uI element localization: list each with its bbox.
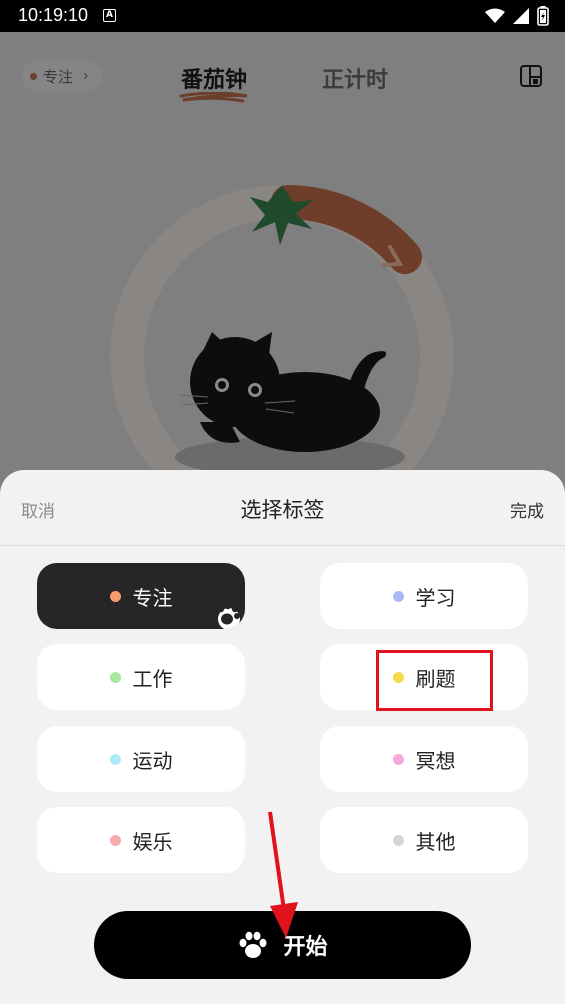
tag-chip-exercise[interactable]: 运动: [37, 726, 245, 792]
stats-icon[interactable]: [519, 64, 543, 88]
paw-icon: [239, 931, 267, 958]
tag-label: 冥想: [415, 748, 456, 773]
notification-icon: A: [103, 9, 116, 22]
tag-label: 其他: [415, 829, 456, 854]
battery-icon: [537, 6, 549, 26]
timer-screen-dimmed: 专注 › 番茄钟 正计时: [0, 32, 565, 532]
sheet-header: 取消 选择标签 完成: [0, 470, 565, 546]
tag-chip-study[interactable]: 学习: [320, 563, 528, 629]
status-time: 10:19:10: [18, 5, 89, 25]
tag-dot: [109, 834, 121, 846]
tag-dot: [392, 753, 404, 765]
tag-label: 专注: [132, 585, 173, 610]
tag-label: 娱乐: [132, 829, 173, 854]
tag-dot: [392, 590, 404, 602]
start-button[interactable]: 开始: [94, 911, 471, 979]
done-button[interactable]: 完成: [510, 497, 544, 522]
paw-selected-icon: [217, 602, 240, 629]
tag-chip-other[interactable]: 其他: [320, 807, 528, 873]
highlight-box: [376, 650, 493, 711]
tag-chip-work[interactable]: 工作: [37, 644, 245, 710]
tag-dot: [109, 590, 121, 602]
start-label: 开始: [283, 935, 328, 960]
tag-dot: [392, 834, 404, 846]
tab-underline-icon: [179, 92, 248, 103]
tomato-timer-ring: [110, 185, 454, 517]
tag-chip-entertainment[interactable]: 娱乐: [37, 807, 245, 873]
signal-icon: [513, 8, 529, 24]
tag-color-dot: [30, 72, 37, 80]
current-tag-pill[interactable]: 专注 ›: [22, 60, 102, 92]
tag-dot: [109, 671, 121, 683]
tag-label: 运动: [132, 748, 173, 773]
tag-chip-focus[interactable]: 专注: [37, 563, 245, 629]
sheet-title: 选择标签: [240, 498, 325, 522]
chevron-right-icon: ›: [83, 68, 89, 84]
current-tag-label: 专注: [43, 67, 74, 86]
tag-label: 学习: [415, 585, 456, 610]
black-cat-illustration: [179, 332, 387, 452]
status-bar: 10:19:10 A: [0, 0, 565, 32]
tag-dot: [109, 753, 121, 765]
tab-count-up[interactable]: 正计时: [322, 62, 388, 94]
wifi-icon: [485, 8, 505, 23]
tag-label: 工作: [132, 666, 173, 691]
status-icons: [485, 6, 549, 26]
tab-pomodoro[interactable]: 番茄钟: [181, 62, 247, 94]
tag-chip-meditation[interactable]: 冥想: [320, 726, 528, 792]
